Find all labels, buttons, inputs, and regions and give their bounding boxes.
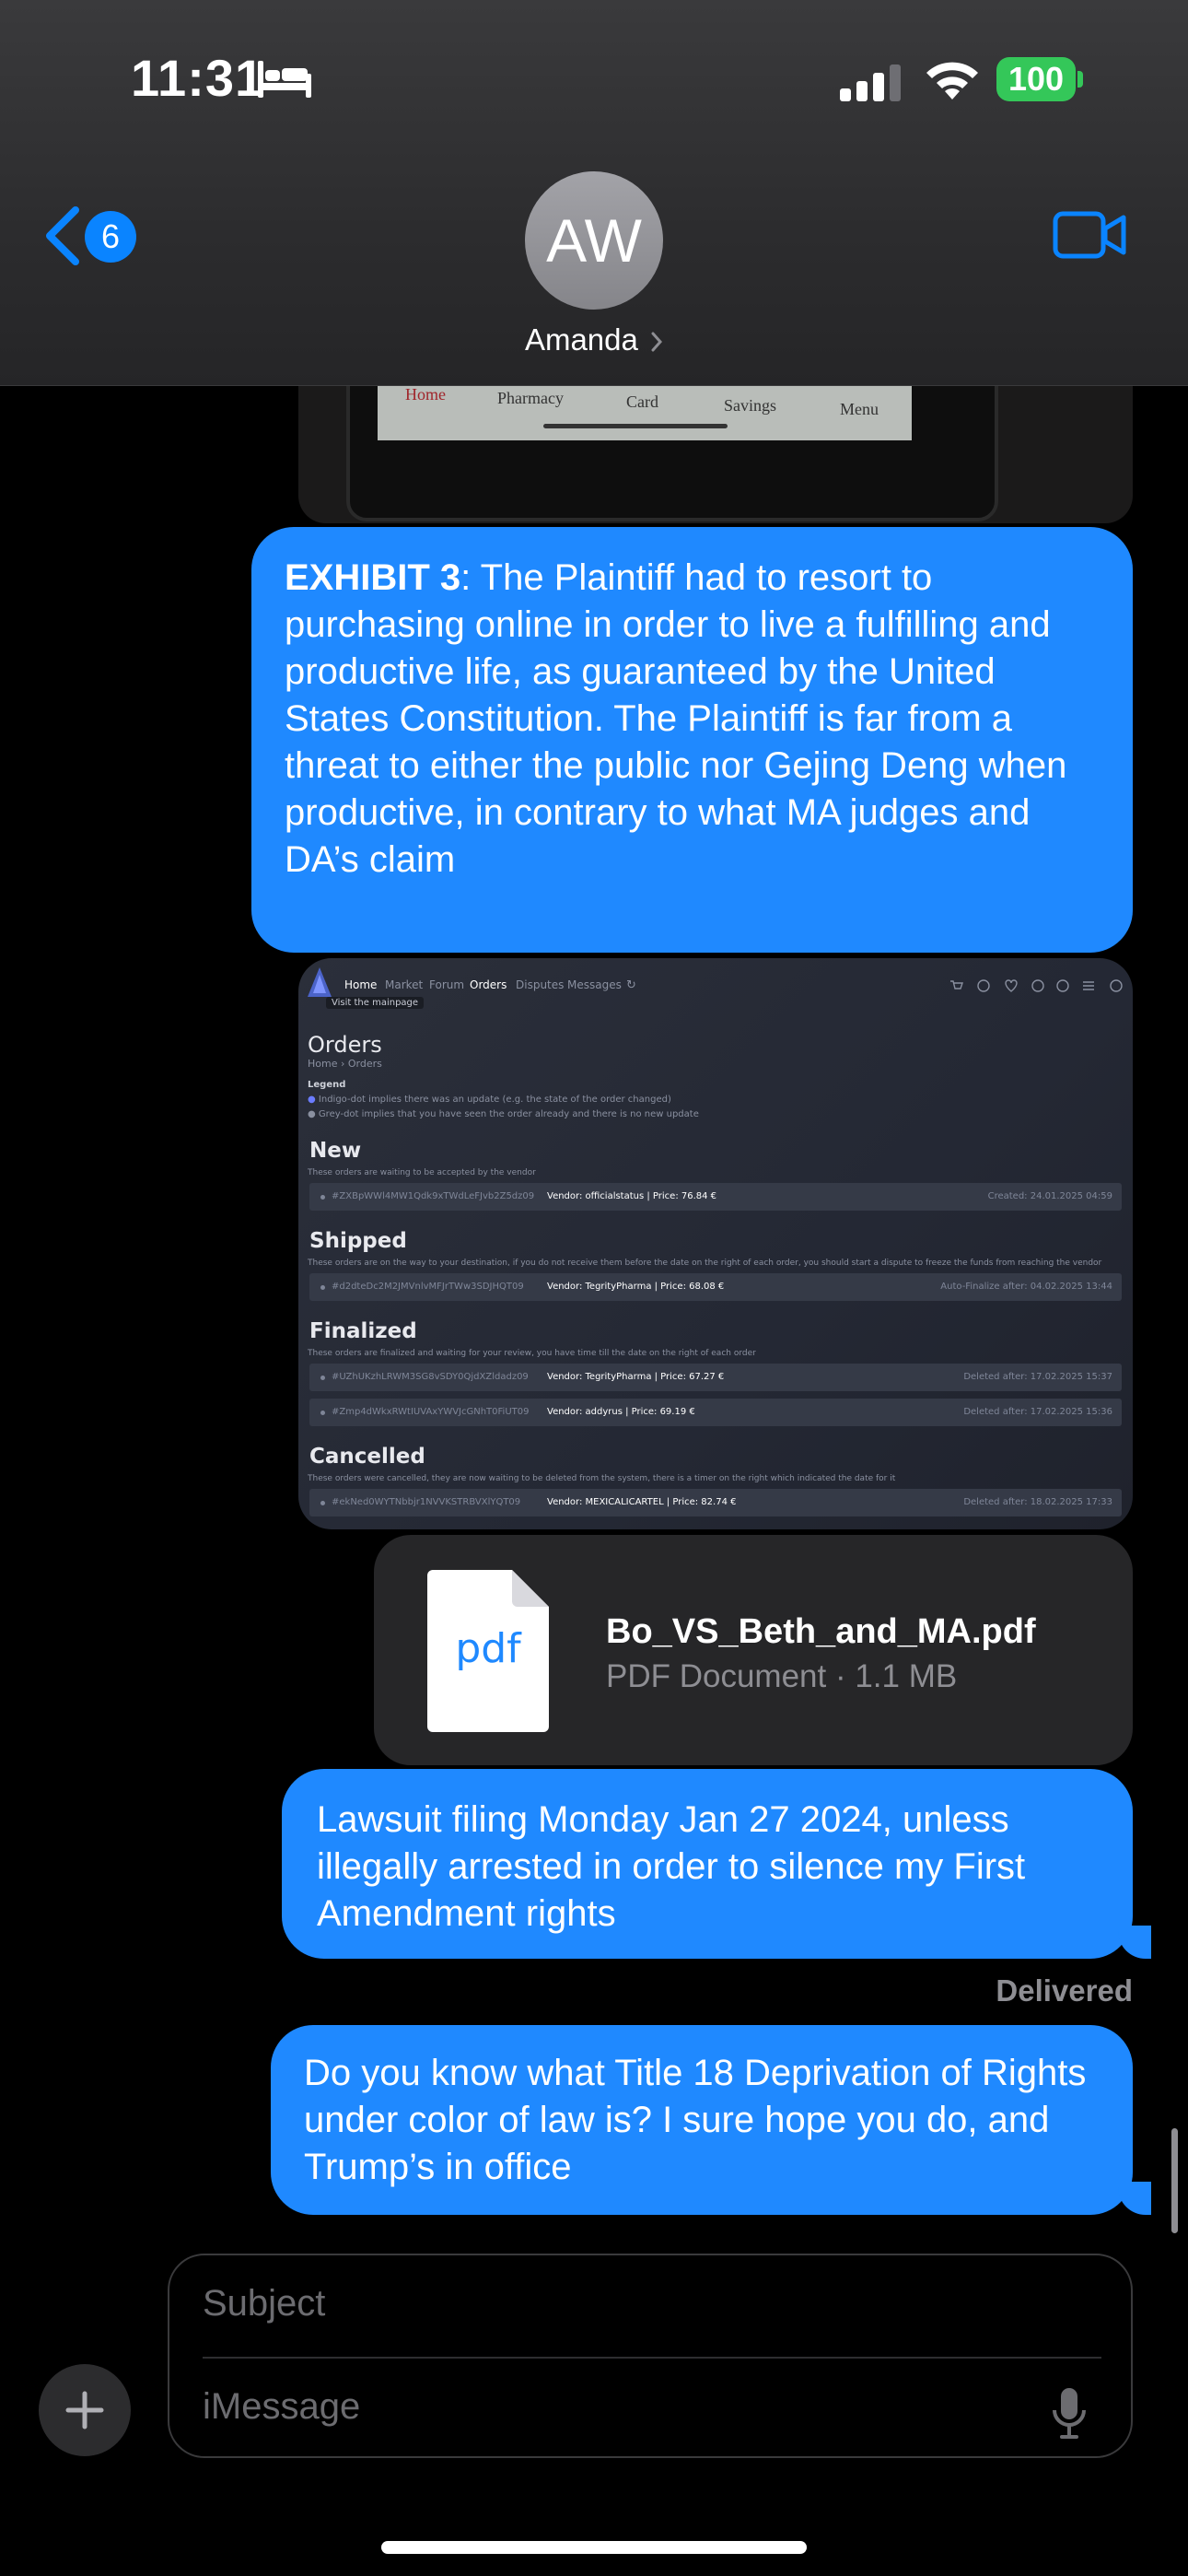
order-vendor: Vendor: officialstatus | Price: 76.84 € [547, 1191, 717, 1201]
order-vendor: Vendor: TegrityPharma | Price: 68.08 € [547, 1282, 725, 1292]
chevron-right-icon [651, 332, 663, 352]
exhibit-label: EXHIBIT 3 [285, 557, 461, 598]
plus-icon [65, 2391, 104, 2430]
order-vendor: Vendor: addyrus | Price: 69.19 € [547, 1407, 695, 1417]
status-time: 11:31 [131, 49, 265, 107]
shot-section-finalized: Finalized [309, 1319, 417, 1343]
bed-icon [258, 61, 311, 98]
order-id: #ZXBpWWl4MW1Qdk9xTWdLeFJvb2Z5dz09 [332, 1191, 535, 1201]
shot-legend-2: ● Grey-dot implies that you have seen th… [308, 1109, 699, 1119]
chevron-left-icon[interactable] [42, 205, 83, 267]
shot-section-new-desc: These orders are waiting to be accepted … [308, 1168, 536, 1177]
order-id: #ekNed0WYTNbbjr1NVVKSTRBVXlYQT09 [332, 1497, 521, 1507]
add-attachment-button[interactable] [39, 2364, 131, 2456]
title18-text: Do you know what Title 18 Deprivation of… [304, 2053, 1087, 2187]
conversation-header: 11:31 100 6 AW Amanda [0, 0, 1188, 386]
compose-divider [203, 2357, 1101, 2359]
order-vendor: Vendor: MEXICALICARTEL | Price: 82.74 € [547, 1497, 737, 1507]
shot-order-row: #ekNed0WYTNbbjr1NVVKSTRBVXlYQT09 Vendor:… [309, 1489, 1122, 1516]
home-indicator[interactable] [381, 2541, 807, 2554]
shot-legend-1: ● Indigo-dot implies there was an update… [308, 1095, 671, 1105]
shot-section-cancelled-desc: These orders were cancelled, they are no… [308, 1474, 896, 1483]
order-date: Deleted after: 18.02.2025 17:33 [963, 1497, 1112, 1507]
order-vendor: Vendor: TegrityPharma | Price: 67.27 € [547, 1372, 725, 1382]
shot-legend-1-text: Indigo-dot implies there was an update (… [318, 1095, 671, 1105]
compose-box[interactable]: Subject iMessage [168, 2254, 1133, 2458]
signal-icon [840, 64, 901, 101]
order-id: #d2dteDc2M2JMVnlvMFJrTWw3SDJHQT09 [332, 1282, 524, 1292]
shot-toolbar-icons [950, 979, 1123, 992]
message-bubble-lawsuit[interactable]: Lawsuit filing Monday Jan 27 2024, unles… [282, 1769, 1133, 1959]
shot-nav-market: Market [385, 978, 424, 991]
pdf-file-name: Bo_VS_Beth_and_MA.pdf [606, 1612, 1036, 1651]
photo-tab-pharmacy: Pharmacy [497, 389, 564, 407]
shot-nav-home: Home [344, 978, 378, 991]
bubble-tail [1118, 1926, 1151, 1959]
status-dot-icon [320, 1411, 325, 1415]
lawsuit-text: Lawsuit filing Monday Jan 27 2024, unles… [317, 1799, 1026, 1934]
message-input[interactable]: iMessage [203, 2386, 360, 2428]
shot-section-new: New [309, 1139, 362, 1163]
video-call-icon[interactable] [1052, 206, 1127, 263]
shot-nav-forum: Forum [429, 978, 465, 991]
order-id: #Zmp4dWkxRWtIUVAxYWVJcGNhT0FiUT09 [332, 1407, 530, 1417]
order-id: #UZhUKzhLRWM3SG8vSDY0QjdXZldadz09 [332, 1372, 529, 1382]
shot-order-row: #UZhUKzhLRWM3SG8vSDY0QjdXZldadz09 Vendor… [309, 1364, 1122, 1391]
status-dot-icon [320, 1195, 325, 1200]
message-bubble-title18[interactable]: Do you know what Title 18 Deprivation of… [271, 2025, 1133, 2215]
message-bubble-exhibit[interactable]: EXHIBIT 3: The Plaintiff had to resort t… [251, 527, 1133, 953]
shot-section-cancelled: Cancelled [309, 1445, 425, 1469]
exhibit-text: : The Plaintiff had to resort to purchas… [285, 557, 1067, 880]
pdf-attachment[interactable]: pdf Bo_VS_Beth_and_MA.pdf PDF Document ·… [374, 1535, 1133, 1765]
shot-nav-disputes: Disputes [516, 978, 565, 991]
shot-nav-orders: Orders [470, 978, 507, 991]
shot-breadcrumb: Home › Orders [308, 1058, 382, 1070]
refresh-icon: ↻ [626, 978, 636, 992]
order-date: Created: 24.01.2025 04:59 [987, 1191, 1112, 1201]
shot-page-title: Orders [308, 1032, 382, 1058]
subject-input[interactable]: Subject [203, 2283, 325, 2324]
shot-section-shipped-desc: These orders are on the way to your dest… [308, 1259, 1102, 1268]
photo-tab-menu: Menu [840, 400, 879, 418]
status-dot-icon [320, 1376, 325, 1380]
battery-icon: 100 [996, 57, 1076, 101]
shot-section-shipped: Shipped [309, 1229, 407, 1253]
orders-screenshot-image[interactable]: Home Market Forum Orders Disputes Messag… [298, 958, 1133, 1529]
shot-legend-title: Legend [308, 1080, 346, 1090]
shot-order-row: #ZXBpWWl4MW1Qdk9xTWdLeFJvb2Z5dz09 Vendor… [309, 1183, 1122, 1211]
order-date: Deleted after: 17.02.2025 15:36 [963, 1407, 1112, 1417]
photo-tab-savings: Savings [724, 396, 777, 415]
bubble-tail [1118, 2182, 1151, 2215]
scrollbar[interactable] [1171, 2128, 1178, 2233]
unread-count-badge[interactable]: 6 [85, 211, 136, 263]
shot-legend-2-text: Grey-dot implies that you have seen the … [318, 1109, 699, 1119]
avatar[interactable]: AW [525, 171, 663, 310]
shot-section-finalized-desc: These orders are finalized and waiting f… [308, 1349, 756, 1358]
order-date: Deleted after: 17.02.2025 15:37 [963, 1372, 1112, 1382]
photo-app-tabbar: Home Pharmacy Card Savings Menu [378, 385, 912, 440]
site-logo-icon [308, 967, 332, 997]
pdf-file-icon: pdf [427, 1570, 549, 1732]
photo-home-bar [543, 424, 728, 428]
photo-tab-home: Home [405, 385, 446, 404]
order-date: Auto-Finalize after: 04.02.2025 13:44 [940, 1282, 1112, 1292]
status-dot-icon [320, 1501, 325, 1505]
shot-order-row: #Zmp4dWkxRWtIUVAxYWVJcGNhT0FiUT09 Vendor… [309, 1399, 1122, 1426]
contact-name-label: Amanda [524, 322, 638, 357]
shot-tooltip: Visit the mainpage [326, 997, 425, 1009]
shot-order-row: #d2dteDc2M2JMVnlvMFJrTWw3SDJHQT09 Vendor… [309, 1273, 1122, 1301]
microphone-icon[interactable] [1052, 2386, 1087, 2440]
contact-name[interactable]: Amanda [479, 322, 709, 357]
photo-tab-card: Card [626, 392, 658, 411]
pdf-file-meta: PDF Document · 1.1 MB [606, 1658, 958, 1694]
shot-nav-messages: Messages [567, 978, 622, 991]
delivered-status: Delivered [996, 1973, 1133, 2008]
status-dot-icon [320, 1285, 325, 1290]
battery-tip [1077, 71, 1083, 88]
wifi-icon [926, 62, 978, 100]
pdf-icon-label: pdf [455, 1625, 522, 1672]
